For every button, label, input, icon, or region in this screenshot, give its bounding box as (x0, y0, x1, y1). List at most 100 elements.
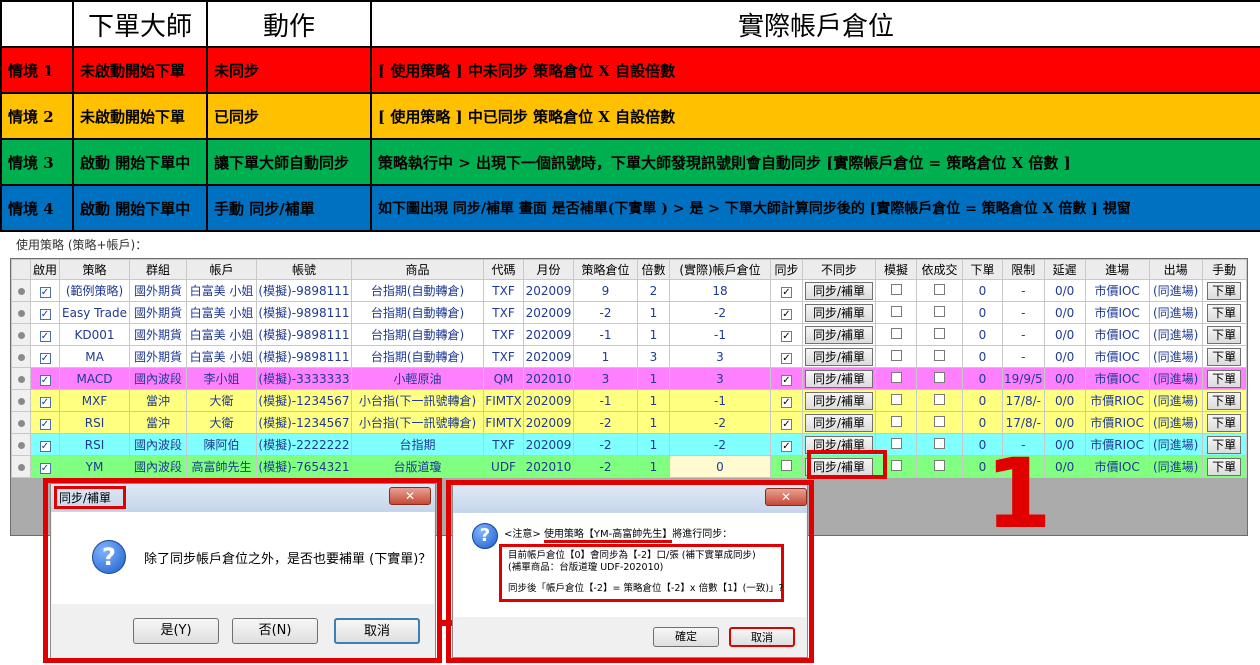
grid-header-strategy-pos[interactable]: 策略倉位 (573, 259, 638, 280)
manual-cell[interactable]: 下單 (1201, 301, 1247, 324)
sync-checkbox[interactable]: ✓ (781, 396, 792, 408)
enabled-checkbox[interactable]: ✓ (39, 418, 51, 430)
table-row[interactable]: ✓ Easy Trade 國外期貨 白富美 小姐 (模擬)-9898111 台指期(自動轉… (11, 301, 1247, 324)
manual-order-button[interactable]: 下單 (1207, 413, 1242, 432)
table-row[interactable]: ✓ KD001 國外期貨 白富美 小姐 (模擬)-9898111 台指期(自動轉倉) TXF… (11, 323, 1247, 346)
sync-cell[interactable]: ✓ (770, 323, 803, 346)
manual-order-button[interactable]: 下單 (1207, 457, 1242, 476)
manual-cell[interactable]: 下單 (1201, 279, 1247, 302)
enabled-cell[interactable]: ✓ (30, 455, 60, 478)
enabled-cell[interactable]: ✓ (30, 411, 60, 434)
by-fill-checkbox[interactable] (934, 371, 945, 383)
not-sync-cell[interactable]: 同步/補單 (802, 367, 876, 390)
manual-order-button[interactable]: 下單 (1207, 435, 1242, 454)
row-selector[interactable] (11, 389, 31, 412)
table-row[interactable]: ✓ MA 國外期貨 白富美 小姐 (模擬)-9898111 台指期(自動轉倉) TXF 202… (11, 345, 1247, 368)
simulate-cell[interactable] (875, 389, 917, 412)
sync-reorder-button[interactable]: 同步/補單 (805, 325, 873, 344)
row-selector[interactable] (11, 323, 31, 346)
row-selector[interactable] (11, 455, 31, 478)
sync-checkbox[interactable]: ✓ (781, 440, 792, 452)
not-sync-cell[interactable]: 同步/補單 (802, 301, 876, 324)
grid-header-account[interactable]: 帳戶 (186, 259, 257, 280)
table-row[interactable]: ✓ YM 國內波段 高富帥先生 (模擬)-7654321 台版道瓊 UDF 202010 -2 1… (11, 455, 1247, 478)
grid-header-order[interactable]: 下單 (962, 259, 1003, 280)
table-row[interactable]: ✓ RSI 國內波段 陳阿伯 (模擬)-2222222 台指期 TXF 202009 -2 1 -2… (11, 433, 1247, 456)
manual-cell[interactable]: 下單 (1201, 455, 1247, 478)
grid-header-month[interactable]: 月份 (523, 259, 574, 280)
table-row[interactable]: ✓ MXF 當沖 大衛 (模擬)-1234567 小台指(下一訊號轉倉) FIMTX 2020… (11, 389, 1247, 412)
grid-header-exit[interactable]: 出場 (1148, 259, 1203, 280)
enabled-checkbox[interactable]: ✓ (39, 308, 51, 320)
sync-cell[interactable]: ✓ (770, 411, 803, 434)
simulate-checkbox[interactable] (890, 305, 902, 317)
grid-header-code[interactable]: 代碼 (483, 259, 524, 280)
grid-header-group[interactable]: 群組 (129, 259, 187, 280)
manual-cell[interactable]: 下單 (1201, 345, 1247, 368)
manual-cell[interactable]: 下單 (1201, 323, 1247, 346)
simulate-checkbox[interactable] (890, 393, 902, 405)
row-selector[interactable] (11, 345, 31, 368)
enabled-checkbox[interactable]: ✓ (39, 462, 51, 474)
grid-header-simulate[interactable]: 模擬 (875, 259, 917, 280)
by-fill-cell[interactable] (916, 279, 963, 302)
by-fill-checkbox[interactable] (934, 327, 945, 339)
simulate-checkbox[interactable] (890, 459, 902, 471)
grid-header-enabled[interactable]: 啟用 (30, 259, 60, 280)
simulate-cell[interactable] (875, 301, 917, 324)
simulate-checkbox[interactable] (890, 371, 902, 383)
simulate-cell[interactable] (875, 345, 917, 368)
sync-cell[interactable]: ✓ (770, 345, 803, 368)
sync-cell[interactable]: ✓ (770, 433, 803, 456)
simulate-checkbox[interactable] (890, 437, 902, 449)
manual-cell[interactable]: 下單 (1201, 411, 1247, 434)
manual-order-button[interactable]: 下單 (1207, 325, 1242, 344)
manual-cell[interactable]: 下單 (1201, 389, 1247, 412)
sync-reorder-button[interactable]: 同步/補單 (805, 347, 873, 366)
by-fill-checkbox[interactable] (934, 437, 945, 449)
simulate-checkbox[interactable] (890, 415, 902, 427)
row-selector[interactable] (11, 301, 31, 324)
sync-checkbox[interactable] (781, 459, 792, 471)
not-sync-cell[interactable]: 同步/補單 (802, 279, 876, 302)
sync-reorder-button[interactable]: 同步/補單 (805, 413, 873, 432)
not-sync-cell[interactable]: 同步/補單 (802, 411, 876, 434)
manual-order-button[interactable]: 下單 (1207, 347, 1242, 366)
enabled-cell[interactable]: ✓ (30, 389, 60, 412)
sync-cell[interactable]: ✓ (770, 279, 803, 302)
grid-header-delay[interactable]: 延遲 (1043, 259, 1086, 280)
by-fill-cell[interactable] (916, 455, 963, 478)
enabled-checkbox[interactable]: ✓ (39, 286, 51, 298)
sync-checkbox[interactable]: ✓ (781, 286, 792, 298)
sync-cell[interactable]: ✓ (770, 301, 803, 324)
sync-reorder-button[interactable]: 同步/補單 (805, 391, 873, 410)
row-selector[interactable] (11, 433, 31, 456)
by-fill-cell[interactable] (916, 411, 963, 434)
table-row[interactable]: ✓ (範例策略) 國外期貨 白富美 小姐 (模擬)-9898111 台指期(自動轉倉) TX… (11, 279, 1247, 302)
simulate-cell[interactable] (875, 279, 917, 302)
sync-checkbox[interactable]: ✓ (781, 308, 792, 320)
sync-reorder-button[interactable]: 同步/補單 (805, 369, 873, 388)
manual-order-button[interactable]: 下單 (1207, 303, 1242, 322)
table-row[interactable]: ✓ MACD 國內波段 李小姐 (模擬)-3333333 小輕原油 QM 202010 3 1 3 ✓… (11, 367, 1247, 390)
simulate-checkbox[interactable] (890, 283, 902, 295)
sync-checkbox[interactable]: ✓ (781, 374, 792, 386)
grid-header-blank[interactable] (11, 259, 31, 280)
manual-cell[interactable]: 下單 (1201, 433, 1247, 456)
enabled-cell[interactable]: ✓ (30, 323, 60, 346)
by-fill-cell[interactable] (916, 389, 963, 412)
by-fill-checkbox[interactable] (934, 349, 945, 361)
grid-header-multiplier[interactable]: 倍數 (637, 259, 670, 280)
grid-header-actual-pos[interactable]: (實際)帳戶倉位 (669, 259, 771, 280)
grid-header-manual[interactable]: 手動 (1201, 259, 1247, 280)
manual-cell[interactable]: 下單 (1201, 367, 1247, 390)
sync-cell[interactable] (770, 455, 803, 478)
enabled-cell[interactable]: ✓ (30, 433, 60, 456)
enabled-checkbox[interactable]: ✓ (39, 440, 51, 452)
grid-header-sync[interactable]: 同步 (770, 259, 803, 280)
by-fill-cell[interactable] (916, 345, 963, 368)
grid-header-entry[interactable]: 進場 (1084, 259, 1150, 280)
by-fill-checkbox[interactable] (934, 305, 945, 317)
simulate-checkbox[interactable] (890, 327, 902, 339)
enabled-checkbox[interactable]: ✓ (39, 352, 51, 364)
